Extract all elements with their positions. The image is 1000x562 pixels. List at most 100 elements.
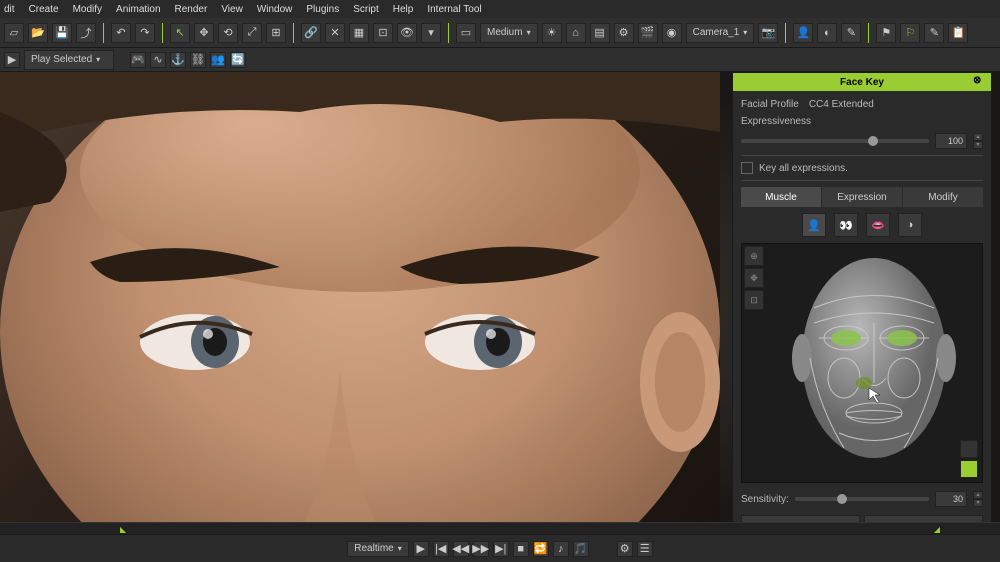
pan-icon[interactable]: ✥ <box>744 268 764 288</box>
expressiveness-spinner[interactable]: ▴▾ <box>973 133 983 149</box>
play-icon[interactable]: ▶ <box>4 52 20 68</box>
facial-profile-value: CC4 Extended <box>809 99 874 110</box>
globe-icon[interactable]: ◉ <box>662 23 682 43</box>
mouth-icon[interactable]: 👄 <box>866 213 890 237</box>
menu-animation[interactable]: Animation <box>116 4 160 15</box>
face-3d-view[interactable] <box>766 244 982 482</box>
mirror-icon[interactable] <box>960 460 978 478</box>
local-icon[interactable]: ⊞ <box>266 23 286 43</box>
sound-icon[interactable]: ♪ <box>553 541 569 557</box>
puppet-icon[interactable]: 👤 <box>793 23 813 43</box>
menu-internal-tool[interactable]: Internal Tool <box>427 4 481 15</box>
timeline-scrub[interactable]: ◣ ◢ <box>0 522 1000 534</box>
cycle-icon[interactable]: 🔄 <box>230 52 246 68</box>
camera-icon[interactable]: 📷 <box>758 23 778 43</box>
zoom-icon[interactable]: ⊡ <box>744 290 764 310</box>
face-key-panel: Face Key ⊗ Facial Profile CC4 Extended E… <box>732 72 992 546</box>
stop-icon[interactable]: ■ <box>513 541 529 557</box>
tool-icon[interactable]: ✎ <box>841 23 861 43</box>
undo-icon[interactable]: ↶ <box>111 23 131 43</box>
sensitivity-spinner[interactable]: ▴▾ <box>973 491 983 507</box>
unlink-icon[interactable]: ✕ <box>325 23 345 43</box>
paste-icon[interactable]: 📋 <box>948 23 968 43</box>
tab-expression[interactable]: Expression <box>822 187 902 207</box>
menu-create[interactable]: Create <box>29 4 59 15</box>
open-icon[interactable]: 📂 <box>28 23 48 43</box>
film-icon[interactable]: 🎬 <box>638 23 658 43</box>
metronome-icon[interactable]: 🎵 <box>573 541 589 557</box>
menu-edit[interactable]: dit <box>4 4 15 15</box>
separator <box>162 23 163 43</box>
expressiveness-slider[interactable] <box>741 139 929 143</box>
path-icon[interactable]: ∿ <box>150 52 166 68</box>
floor-icon[interactable]: ▤ <box>590 23 610 43</box>
menu-script[interactable]: Script <box>353 4 379 15</box>
menu-render[interactable]: Render <box>175 4 208 15</box>
tab-muscle[interactable]: Muscle <box>741 187 821 207</box>
orbit-icon[interactable]: ⊕ <box>744 246 764 266</box>
new-project-icon[interactable]: ▱ <box>4 23 24 43</box>
camera-dropdown[interactable]: Camera_1 <box>686 23 755 43</box>
anchor-icon[interactable]: ⚓ <box>170 52 186 68</box>
head-icon[interactable]: 👤 <box>802 213 826 237</box>
flag1-icon[interactable]: ⚑ <box>876 23 896 43</box>
scale-icon[interactable]: ⤢ <box>242 23 262 43</box>
export-icon[interactable]: ⤴ <box>76 23 96 43</box>
face-muscle-controller: ⊕ ✥ ⊡ <box>741 243 983 483</box>
key-all-checkbox[interactable] <box>741 162 753 174</box>
panel-header: Face Key ⊗ <box>733 73 991 91</box>
morph-icon[interactable]: ◐ <box>817 23 837 43</box>
people-icon[interactable]: 👥 <box>210 52 226 68</box>
sensitivity-slider[interactable] <box>795 497 929 501</box>
snap-icon[interactable]: ⊡ <box>373 23 393 43</box>
link-icon[interactable]: 🔗 <box>301 23 321 43</box>
play-button[interactable]: ▶ <box>413 541 429 557</box>
loop-icon[interactable]: 🔁 <box>533 541 549 557</box>
settings-icon[interactable]: ⚙ <box>614 23 634 43</box>
facial-profile-label: Facial Profile <box>741 99 799 110</box>
main-toolbar: ▱ 📂 💾 ⤴ ↶ ↷ ↖ ✥ ⟲ ⤢ ⊞ 🔗 ✕ ▦ ⊡ 👁 ▾ ▭ Medi… <box>0 18 1000 48</box>
timeline-list-icon[interactable]: ☰ <box>637 541 653 557</box>
menu-help[interactable]: Help <box>393 4 414 15</box>
timeline-settings-icon[interactable]: ⚙ <box>617 541 633 557</box>
eye-icon[interactable]: 👁 <box>397 23 417 43</box>
gamepad-icon[interactable]: 🎮 <box>130 52 146 68</box>
play-toolbar: ▶ Play Selected 🎮 ∿ ⚓ ⛓ 👥 🔄 <box>0 48 1000 72</box>
marker-start-icon[interactable]: ◣ <box>120 525 126 534</box>
skip-start-icon[interactable]: |◀ <box>433 541 449 557</box>
prev-frame-icon[interactable]: ◀◀ <box>453 541 469 557</box>
expressiveness-input[interactable] <box>935 133 967 149</box>
tongue-icon[interactable]: ◑ <box>898 213 922 237</box>
move-icon[interactable]: ✥ <box>194 23 214 43</box>
quality-dropdown[interactable]: Medium <box>480 23 538 43</box>
wireframe-toggle-icon[interactable] <box>960 440 978 458</box>
timeline-mode-dropdown[interactable]: Realtime <box>347 541 408 557</box>
home-icon[interactable]: ⌂ <box>566 23 586 43</box>
dropdown-icon[interactable]: ▾ <box>421 23 441 43</box>
rotate-icon[interactable]: ⟲ <box>218 23 238 43</box>
light-icon[interactable]: ☀ <box>542 23 562 43</box>
menu-plugins[interactable]: Plugins <box>306 4 339 15</box>
menu-modify[interactable]: Modify <box>73 4 102 15</box>
redo-icon[interactable]: ↷ <box>135 23 155 43</box>
menu-window[interactable]: Window <box>257 4 293 15</box>
next-frame-icon[interactable]: ▶▶ <box>473 541 489 557</box>
tab-modify[interactable]: Modify <box>903 187 983 207</box>
link2-icon[interactable]: ⛓ <box>190 52 206 68</box>
edit-icon[interactable]: ✎ <box>924 23 944 43</box>
marker-end-icon[interactable]: ◢ <box>934 525 940 534</box>
save-icon[interactable]: 💾 <box>52 23 72 43</box>
grid-icon[interactable]: ▦ <box>349 23 369 43</box>
play-mode-dropdown[interactable]: Play Selected <box>24 50 114 70</box>
flag2-icon[interactable]: ⚐ <box>900 23 920 43</box>
menu-view[interactable]: View <box>221 4 243 15</box>
panel-close-icon[interactable]: ⊗ <box>973 75 987 89</box>
sensitivity-input[interactable] <box>935 491 967 507</box>
select-icon[interactable]: ↖ <box>170 23 190 43</box>
timeline-controls: Realtime ▶ |◀ ◀◀ ▶▶ ▶| ■ 🔁 ♪ 🎵 ⚙ ☰ <box>0 534 1000 562</box>
render-icon[interactable]: ▭ <box>456 23 476 43</box>
skip-end-icon[interactable]: ▶| <box>493 541 509 557</box>
eyes-icon[interactable]: 👀 <box>834 213 858 237</box>
expressiveness-label: Expressiveness <box>741 116 811 127</box>
separator <box>868 23 869 43</box>
